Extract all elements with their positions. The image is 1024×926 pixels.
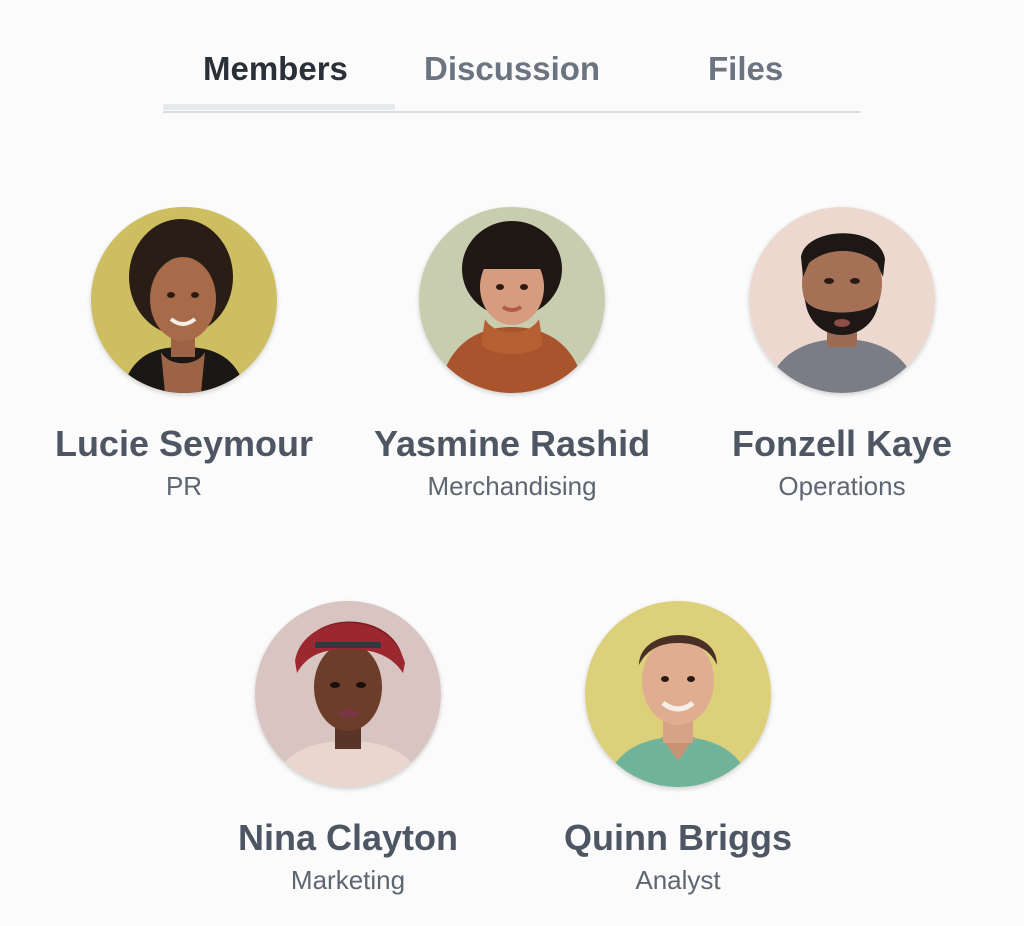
tab-discussion[interactable]: Discussion [424, 50, 600, 88]
avatar[interactable] [419, 207, 605, 393]
avatar-photo-icon [419, 207, 605, 393]
avatar[interactable] [749, 207, 935, 393]
member-role: Operations [778, 471, 906, 501]
avatar-photo-icon [91, 207, 277, 393]
member-card-lucie-seymour[interactable]: Lucie Seymour PR [14, 207, 354, 502]
member-role: Analyst [635, 865, 721, 895]
member-name: Fonzell Kaye [731, 423, 953, 464]
member-name: Yasmine Rashid [373, 423, 651, 464]
member-name: Lucie Seymour [54, 423, 314, 464]
avatar-photo-icon [255, 601, 441, 787]
tab-divider [163, 111, 860, 113]
tab-files[interactable]: Files [708, 50, 783, 88]
member-card-quinn-briggs[interactable]: Quinn Briggs Analyst [508, 601, 848, 896]
member-role: Merchandising [427, 471, 597, 501]
tab-bar: Members Discussion Files [163, 40, 860, 114]
member-role: PR [165, 471, 203, 501]
member-role: Marketing [290, 865, 406, 895]
avatar-photo-icon [585, 601, 771, 787]
avatar[interactable] [91, 207, 277, 393]
members-page: Members Discussion Files Lucie Seymour P… [0, 0, 1024, 926]
member-card-nina-clayton[interactable]: Nina Clayton Marketing [178, 601, 518, 896]
avatar[interactable] [585, 601, 771, 787]
member-card-yasmine-rashid[interactable]: Yasmine Rashid Merchandising [342, 207, 682, 502]
member-name: Quinn Briggs [564, 817, 792, 858]
member-name: Nina Clayton [237, 817, 459, 858]
avatar-photo-icon [749, 207, 935, 393]
avatar[interactable] [255, 601, 441, 787]
tab-members[interactable]: Members [203, 50, 348, 88]
active-tab-indicator [163, 104, 395, 110]
member-card-fonzell-kaye[interactable]: Fonzell Kaye Operations [672, 207, 1012, 502]
